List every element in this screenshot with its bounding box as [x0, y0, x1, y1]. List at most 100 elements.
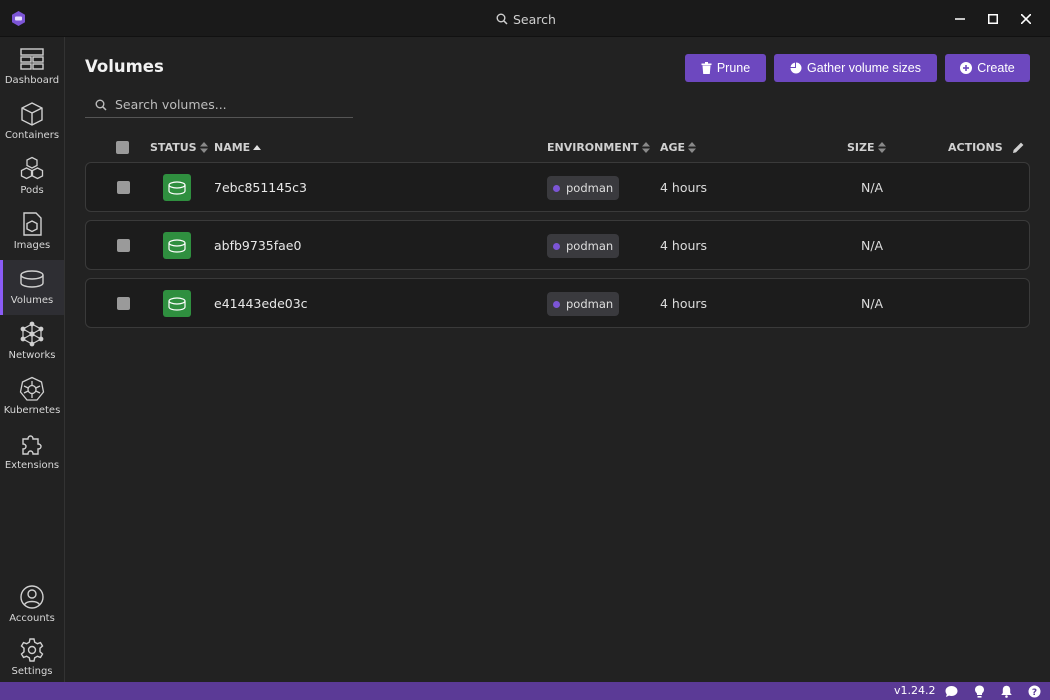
column-header-name[interactable]: NAME [214, 141, 262, 154]
help-icon[interactable]: ? [1028, 685, 1041, 698]
sort-ascending-icon [253, 144, 262, 150]
search-volumes-input[interactable] [115, 97, 345, 112]
column-header-status[interactable]: STATUS [150, 141, 208, 154]
sidebar-item-label: Networks [8, 350, 56, 361]
sort-icon [641, 142, 650, 153]
sidebar-item-pods[interactable]: Pods [0, 150, 64, 205]
column-header-age[interactable]: AGE [660, 141, 697, 154]
trash-icon [701, 62, 712, 74]
select-all-checkbox[interactable] [116, 141, 129, 154]
environment-label: podman [566, 239, 614, 253]
sidebar-item-label: Images [13, 240, 51, 251]
volume-name[interactable]: abfb9735fae0 [214, 238, 301, 253]
volume-name[interactable]: 7ebc851145c3 [214, 180, 307, 195]
sort-icon [877, 142, 886, 153]
sidebar-item-label: Kubernetes [3, 405, 61, 416]
pie-chart-icon [790, 62, 802, 74]
cube-icon [21, 102, 43, 126]
volume-icon [168, 296, 186, 311]
table-row[interactable]: 7ebc851145c3 podman 4 hours N/A [85, 162, 1030, 212]
environment-label: podman [566, 181, 614, 195]
podman-dot-icon [553, 300, 560, 308]
lightbulb-icon[interactable] [973, 685, 986, 698]
sidebar-item-extensions[interactable]: Extensions [0, 425, 64, 480]
column-header-actions: ACTIONS [948, 141, 1025, 154]
column-header-label: SIZE [847, 141, 875, 154]
column-header-label: STATUS [150, 141, 197, 154]
sidebar: Dashboard Containers Pods Images Volumes… [0, 37, 65, 682]
sidebar-item-kubernetes[interactable]: Kubernetes [0, 370, 64, 425]
environment-badge: podman [547, 292, 620, 316]
page-title: Volumes [85, 57, 164, 76]
status-badge [163, 290, 191, 317]
search-icon [95, 99, 107, 111]
gather-volume-sizes-button[interactable]: Gather volume sizes [774, 54, 937, 82]
row-checkbox[interactable] [117, 239, 130, 252]
main-content: Volumes Prune Gather volume sizes Create… [65, 37, 1050, 682]
column-header-label: NAME [214, 141, 251, 154]
sidebar-item-label: Pods [20, 185, 44, 196]
create-button[interactable]: Create [945, 54, 1030, 82]
row-checkbox[interactable] [117, 181, 130, 194]
network-icon [20, 321, 44, 347]
maximize-icon [988, 14, 998, 24]
plus-circle-icon [960, 62, 973, 74]
sidebar-item-containers[interactable]: Containers [0, 95, 64, 150]
sidebar-item-images[interactable]: Images [0, 205, 64, 260]
sidebar-item-accounts[interactable]: Accounts [0, 578, 64, 633]
prune-button-label: Prune [716, 61, 751, 75]
column-header-environment[interactable]: ENVIRONMENT [547, 141, 650, 154]
close-icon [1021, 14, 1031, 24]
search-volumes-field [85, 92, 353, 118]
volume-age: 4 hours [660, 296, 708, 311]
sidebar-item-dashboard[interactable]: Dashboard [0, 40, 64, 95]
status-badge [163, 232, 191, 259]
app-logo-icon [12, 11, 25, 26]
column-header-label: AGE [660, 141, 686, 154]
global-search-label: Search [513, 11, 556, 27]
environment-badge: podman [547, 176, 620, 200]
dashboard-icon [20, 48, 44, 70]
minimize-button[interactable] [949, 8, 971, 30]
volume-icon [168, 180, 186, 195]
volume-name[interactable]: e41443ede03c [214, 296, 308, 311]
table-row[interactable]: abfb9735fae0 podman 4 hours N/A [85, 220, 1030, 270]
sidebar-item-settings[interactable]: Settings [0, 631, 64, 686]
sidebar-item-label: Dashboard [4, 75, 60, 86]
prune-button[interactable]: Prune [685, 54, 766, 82]
maximize-button[interactable] [982, 8, 1004, 30]
sidebar-item-label: Accounts [9, 613, 55, 624]
podman-dot-icon [553, 242, 560, 250]
volume-size: N/A [861, 180, 884, 195]
puzzle-icon [22, 435, 42, 455]
bell-icon[interactable] [1000, 685, 1013, 698]
environment-badge: podman [547, 234, 620, 258]
sidebar-item-networks[interactable]: Networks [0, 315, 64, 370]
sidebar-item-label: Containers [4, 130, 60, 141]
kubernetes-icon [19, 376, 45, 401]
volume-size: N/A [861, 238, 884, 253]
create-button-label: Create [977, 61, 1015, 75]
checkbox [116, 141, 129, 154]
chat-icon[interactable] [945, 685, 958, 698]
sidebar-item-volumes[interactable]: Volumes [0, 260, 64, 315]
status-bar: v1.24.2 ? [0, 682, 1050, 700]
volume-age: 4 hours [660, 238, 708, 253]
volume-size: N/A [861, 296, 884, 311]
gear-icon [20, 638, 44, 662]
column-header-size[interactable]: SIZE [847, 141, 886, 154]
row-checkbox[interactable] [117, 297, 130, 310]
podman-dot-icon [553, 184, 560, 192]
pencil-icon[interactable] [1012, 141, 1025, 154]
sidebar-item-label: Settings [11, 666, 53, 677]
sidebar-item-label: Volumes [10, 295, 54, 306]
close-button[interactable] [1015, 8, 1037, 30]
sort-icon [688, 142, 697, 153]
search-icon [496, 13, 508, 25]
volume-icon [168, 238, 186, 253]
image-icon [23, 212, 42, 236]
table-row[interactable]: e41443ede03c podman 4 hours N/A [85, 278, 1030, 328]
title-bar: Search [0, 0, 1050, 37]
minimize-icon [955, 18, 965, 20]
global-search[interactable]: Search [496, 10, 556, 28]
